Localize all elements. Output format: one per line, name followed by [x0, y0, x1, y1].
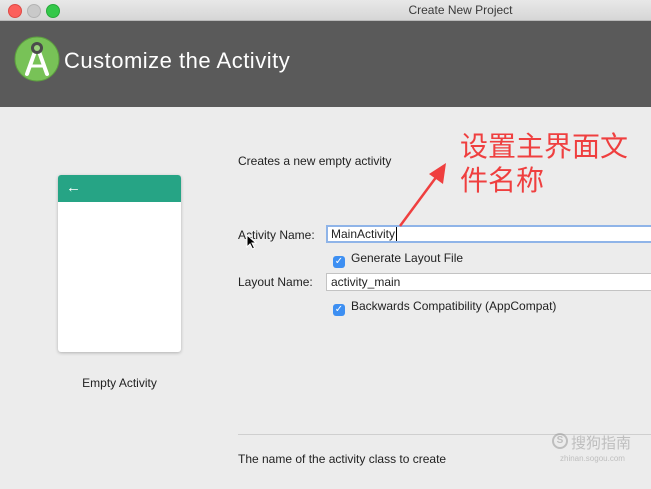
annotation-line-1: 设置主界面文: [460, 130, 629, 163]
annotation-text: 设置主界面文 件名称: [460, 130, 640, 198]
sogou-logo-icon: S: [552, 433, 568, 449]
watermark: S 搜狗指南 zhinan.sogou.com: [550, 432, 650, 472]
watermark-text: 搜狗指南: [571, 435, 632, 452]
annotation-line-2: 件名称: [460, 164, 545, 197]
annotation-arrow: [398, 163, 446, 227]
mouse-cursor-icon: [246, 234, 258, 250]
watermark-url: zhinan.sogou.com: [560, 454, 625, 463]
